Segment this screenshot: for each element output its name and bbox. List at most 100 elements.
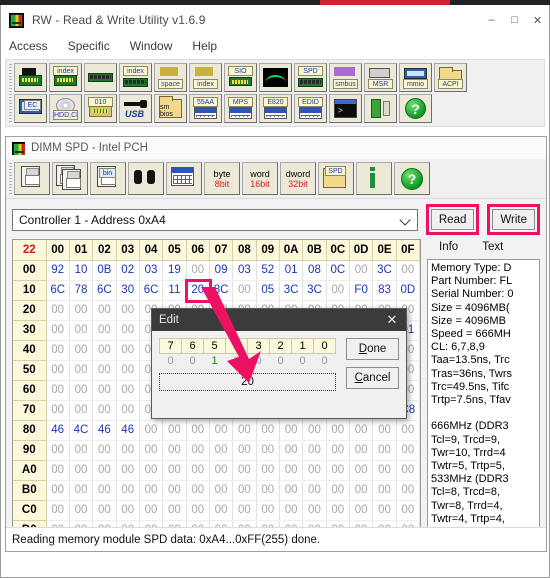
- close-button[interactable]: ✕: [526, 5, 549, 35]
- bit-value[interactable]: 0: [248, 354, 270, 369]
- hex-byte-cell[interactable]: 46: [116, 420, 140, 441]
- hex-byte-cell[interactable]: 00: [116, 320, 140, 341]
- hex-byte-cell[interactable]: 00: [162, 460, 187, 481]
- save-bin-icon[interactable]: bin: [90, 162, 126, 195]
- hex-byte-cell[interactable]: 00: [69, 460, 94, 481]
- hex-byte-cell[interactable]: 11: [162, 280, 187, 301]
- bit-value[interactable]: 0: [292, 354, 314, 369]
- hex-byte-cell[interactable]: 00: [186, 500, 210, 521]
- hex-byte-cell[interactable]: 00: [69, 300, 94, 321]
- tab-text[interactable]: Text: [470, 239, 515, 259]
- hex-byte-cell[interactable]: 6C: [92, 280, 117, 301]
- hex-byte-cell[interactable]: 00: [372, 480, 397, 501]
- hex-byte-cell[interactable]: 3C: [302, 280, 327, 301]
- hex-byte-cell[interactable]: 00: [92, 440, 117, 461]
- hex-byte-cell[interactable]: 08: [302, 260, 327, 281]
- hex-byte-cell[interactable]: 00: [92, 500, 117, 521]
- hex-byte-cell[interactable]: 00: [209, 440, 234, 461]
- hdd-cd-icon[interactable]: HDD,CD: [49, 94, 82, 123]
- hex-byte-cell[interactable]: 0C: [326, 260, 350, 281]
- hex-byte-cell[interactable]: 4C: [69, 420, 94, 441]
- hex-byte-cell[interactable]: 00: [326, 500, 350, 521]
- maximize-button[interactable]: □: [503, 5, 526, 35]
- hex-byte-cell[interactable]: 00: [46, 320, 70, 341]
- hex-byte-cell[interactable]: 00: [69, 380, 94, 401]
- hex-byte-cell[interactable]: 00: [46, 480, 70, 501]
- toolbar-grip[interactable]: [9, 64, 12, 122]
- hex-byte-cell[interactable]: 00: [349, 260, 374, 281]
- hex-byte-cell[interactable]: 00: [326, 440, 350, 461]
- byte-8bit-icon[interactable]: byte 8bit: [204, 162, 240, 195]
- memory-icon[interactable]: [84, 63, 117, 92]
- hex-byte-cell[interactable]: 03: [232, 260, 257, 281]
- hex-byte-cell[interactable]: 03: [139, 260, 164, 281]
- hex-byte-cell[interactable]: 00: [349, 440, 374, 461]
- word-16bit-icon[interactable]: word 16bit: [242, 162, 278, 195]
- hex-byte-cell[interactable]: 00: [139, 420, 164, 441]
- spd-icon[interactable]: SPD: [294, 63, 327, 92]
- hex-byte-cell[interactable]: 00: [92, 360, 117, 381]
- io-index-icon[interactable]: index: [189, 63, 222, 92]
- hex-byte-cell[interactable]: 00: [162, 420, 187, 441]
- hex-byte-cell[interactable]: 00: [46, 400, 70, 421]
- hex-byte-cell[interactable]: 30: [116, 280, 140, 301]
- hex-byte-cell[interactable]: 00: [139, 440, 164, 461]
- hex-byte-cell[interactable]: 00: [349, 480, 374, 501]
- menu-item-help[interactable]: Help: [192, 39, 217, 53]
- hex-byte-cell[interactable]: 00: [372, 440, 397, 461]
- hex-byte-cell[interactable]: 00: [92, 400, 117, 421]
- hex-byte-cell[interactable]: 00: [279, 480, 304, 501]
- hex-byte-cell[interactable]: 00: [116, 360, 140, 381]
- hex-byte-cell[interactable]: 00: [326, 420, 350, 441]
- hex-byte-cell[interactable]: 00: [162, 500, 187, 521]
- hex-byte-cell[interactable]: 00: [46, 360, 70, 381]
- hex-byte-cell[interactable]: 00: [162, 440, 187, 461]
- hex-byte-cell[interactable]: 00: [69, 320, 94, 341]
- bit-value[interactable]: 0: [270, 354, 292, 369]
- clock-generator-icon[interactable]: [259, 63, 292, 92]
- hex-byte-cell[interactable]: 6C: [46, 280, 70, 301]
- hex-byte-cell[interactable]: 00: [186, 440, 210, 461]
- help-icon[interactable]: ?: [394, 162, 430, 195]
- binary-editor-icon[interactable]: 010: [84, 94, 117, 123]
- hex-byte-cell[interactable]: 52: [256, 260, 280, 281]
- hex-byte-cell[interactable]: 6C: [139, 280, 164, 301]
- hex-byte-cell[interactable]: 10: [69, 260, 94, 281]
- bit-value[interactable]: 0: [314, 354, 336, 369]
- hex-byte-cell[interactable]: 3C: [372, 260, 397, 281]
- hex-byte-cell[interactable]: 00: [256, 440, 280, 461]
- io-space-icon[interactable]: space: [154, 63, 187, 92]
- hex-byte-cell[interactable]: 00: [396, 480, 420, 501]
- hex-byte-cell[interactable]: 00: [116, 480, 140, 501]
- hex-byte-cell[interactable]: 00: [396, 420, 420, 441]
- hex-byte-cell[interactable]: 19: [162, 260, 187, 281]
- hex-byte-cell[interactable]: 00: [46, 440, 70, 461]
- hex-byte-cell[interactable]: 3C: [279, 280, 304, 301]
- close-icon[interactable]: ✕: [378, 309, 406, 331]
- dword-32bit-icon[interactable]: dword 32bit: [280, 162, 316, 195]
- device-icon[interactable]: [364, 94, 397, 123]
- hex-byte-cell[interactable]: 00: [69, 400, 94, 421]
- hex-byte-cell[interactable]: 46: [92, 420, 117, 441]
- pci-index-icon[interactable]: index: [49, 63, 82, 92]
- hex-byte-cell[interactable]: 20: [186, 280, 210, 301]
- hex-byte-cell[interactable]: 00: [256, 460, 280, 481]
- help-icon[interactable]: ?: [399, 94, 432, 123]
- smbios-icon[interactable]: sm bios: [154, 94, 187, 123]
- hex-byte-cell[interactable]: 00: [92, 300, 117, 321]
- hex-byte-cell[interactable]: 00: [186, 260, 210, 281]
- info-text-box[interactable]: Memory Type: D Part Number: FL Serial Numb…: [427, 259, 540, 531]
- mmio-icon[interactable]: mmio: [399, 63, 432, 92]
- hex-byte-cell[interactable]: 00: [139, 480, 164, 501]
- done-button[interactable]: Done: [346, 338, 399, 360]
- hex-byte-cell[interactable]: 00: [139, 500, 164, 521]
- hex-byte-cell[interactable]: 00: [349, 500, 374, 521]
- hex-byte-cell[interactable]: 00: [256, 420, 280, 441]
- bit-value[interactable]: 0: [182, 354, 204, 369]
- tab-info[interactable]: Info: [427, 239, 470, 259]
- hex-byte-cell[interactable]: 00: [69, 440, 94, 461]
- hex-byte-cell[interactable]: 00: [139, 460, 164, 481]
- hex-byte-cell[interactable]: 00: [279, 460, 304, 481]
- hex-byte-cell[interactable]: 00: [46, 500, 70, 521]
- hex-byte-cell[interactable]: 83: [372, 280, 397, 301]
